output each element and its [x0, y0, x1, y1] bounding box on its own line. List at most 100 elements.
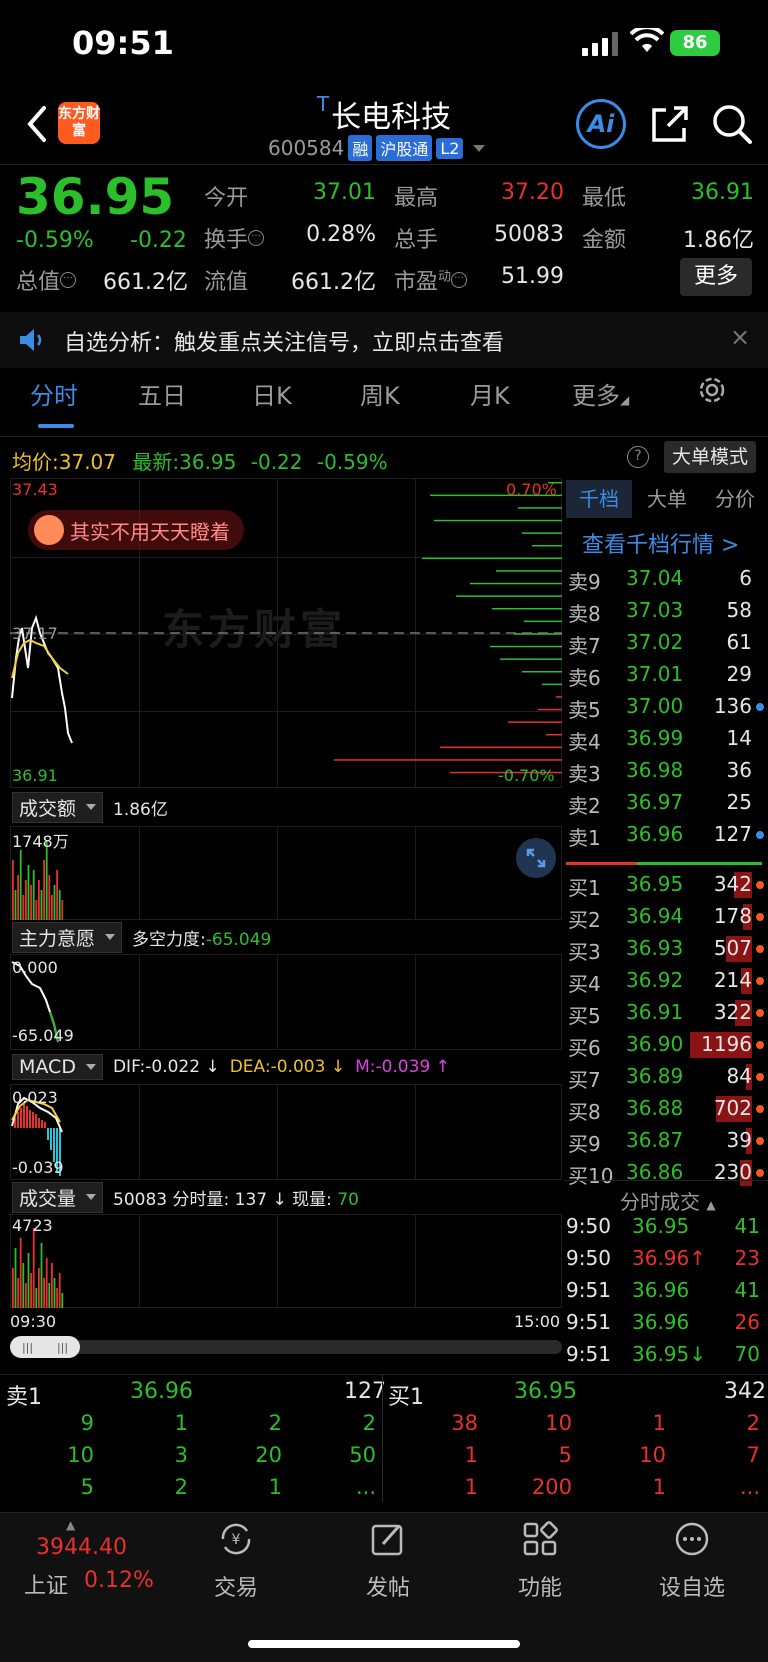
nav-post[interactable]: 发帖 — [328, 1520, 448, 1602]
macd-bar — [41, 1120, 43, 1128]
tab-big-orders[interactable]: 大单 — [634, 480, 700, 518]
big-order-mode-button[interactable]: 大单模式 — [664, 441, 756, 473]
ask-row[interactable]: 卖2 36.97 25 — [564, 786, 764, 818]
tab-daily-k[interactable]: 日K — [252, 376, 292, 411]
volume-value: 50083 — [494, 222, 564, 247]
time-scrollbar[interactable] — [10, 1340, 562, 1354]
ask-volume: 36 — [726, 758, 752, 782]
ask-row[interactable]: 卖7 37.02 61 — [564, 626, 764, 658]
macd-selector[interactable]: MACD — [12, 1054, 103, 1080]
ask-side: 卖7 — [568, 634, 601, 658]
amount-selector[interactable]: 成交额 — [12, 791, 104, 823]
close-icon[interactable]: × — [730, 323, 750, 351]
ask-row[interactable]: 卖4 36.99 14 — [564, 722, 764, 754]
help-icon[interactable]: ? — [627, 446, 649, 468]
ask-row[interactable]: 卖8 37.03 58 — [564, 594, 764, 626]
bid-row[interactable]: 买4 36.92 214 — [564, 964, 764, 996]
scroll-handle[interactable]: ||| ||| — [10, 1336, 80, 1358]
ask-row[interactable]: 卖5 37.00 136 — [564, 690, 764, 722]
bid-queue-cell: ... — [739, 1475, 760, 1499]
volume-chart[interactable] — [10, 1214, 562, 1308]
home-indicator — [248, 1640, 520, 1648]
view-levels-link[interactable]: 查看千档行情 > — [582, 527, 739, 559]
index-name[interactable]: 上证 — [24, 1568, 68, 1600]
volume-label: 总手 — [394, 228, 439, 253]
bid-row[interactable]: 买3 36.93 507 — [564, 932, 764, 964]
bid-volume: 39 — [726, 1128, 752, 1152]
ask-queue-cell: ... — [355, 1475, 376, 1499]
float-value: 661.2亿 — [291, 270, 376, 295]
bar — [56, 1288, 58, 1308]
depth-bar — [532, 545, 562, 547]
orderbook-tabs: 千档 大单 分价 — [564, 480, 768, 520]
ask-row[interactable]: 卖9 37.04 6 — [564, 562, 764, 594]
bid-row[interactable]: 买1 36.95 342 — [564, 868, 764, 900]
bar — [17, 1278, 19, 1308]
bid-row[interactable]: 买2 36.94 178 — [564, 900, 764, 932]
tab-intraday[interactable]: 分时 — [30, 376, 78, 411]
nav-trade[interactable]: ¥ 交易 — [176, 1520, 296, 1602]
bid-row[interactable]: 买5 36.91 322 — [564, 996, 764, 1028]
ask-side: 卖8 — [568, 602, 601, 626]
amount-chart[interactable] — [10, 826, 562, 920]
macd-m: M:-0.039 ↑ — [355, 1057, 450, 1077]
tip-bubble[interactable]: 其实不用天天瞪着 — [28, 510, 244, 550]
more-button[interactable]: 更多 — [680, 258, 752, 296]
expand-icon[interactable] — [516, 838, 556, 878]
tab-weekly-k[interactable]: 周K — [360, 376, 400, 411]
tab-more[interactable]: 更多◢ — [572, 376, 629, 411]
cellular-signal-icon — [582, 32, 618, 56]
tab-monthly-k[interactable]: 月K — [470, 376, 510, 411]
depth-bar — [524, 620, 562, 623]
intent-selector[interactable]: 主力意愿 — [12, 921, 123, 953]
ai-button[interactable]: Ai — [576, 99, 626, 149]
bid-row[interactable]: 买10 36.86 230 — [564, 1156, 764, 1188]
ask-side: 卖6 — [568, 666, 601, 690]
mktcap-label[interactable]: 总值 ··· — [16, 264, 77, 296]
queue-bid-total: 342 — [724, 1379, 766, 1404]
stock-code-row[interactable]: 600584 融 沪股通 L2 — [268, 134, 486, 162]
ask-row[interactable]: 卖1 36.96 127 — [564, 818, 764, 850]
ask-volume: 29 — [726, 662, 752, 686]
bid-row[interactable]: 买7 36.89 84 — [564, 1060, 764, 1092]
ask-side: 卖9 — [568, 570, 601, 594]
current-price: 36.95 — [16, 168, 175, 226]
macd-chart[interactable] — [10, 1084, 562, 1180]
index-value[interactable]: 3944.40 — [36, 1535, 127, 1560]
tick-time: 9:51 — [566, 1310, 611, 1334]
bid-queue-cell: 1 — [652, 1411, 666, 1435]
tab-thousand-levels[interactable]: 千档 — [566, 480, 632, 518]
bid-price: 36.95 — [626, 872, 684, 896]
intent-chart[interactable] — [10, 954, 562, 1050]
tab-price-dist[interactable]: 分价 — [702, 480, 768, 518]
expand-arrow-icon[interactable]: ▲ — [66, 1518, 75, 1532]
bid-price: 36.91 — [626, 1000, 684, 1024]
notice-text[interactable]: 自选分析：触发重点关注信号，立即点击查看 — [64, 325, 504, 357]
ask-queue-cell: 5 — [80, 1475, 94, 1499]
tick-price: 36.95↓ — [632, 1342, 707, 1366]
nav-functions[interactable]: 功能 — [480, 1520, 600, 1602]
tab-five-day[interactable]: 五日 — [138, 376, 186, 411]
depth-bar — [500, 658, 562, 660]
ask-price: 36.96 — [626, 822, 684, 846]
avg-latest-row: 均价:37.07 最新:36.95 -0.22 -0.59% — [12, 450, 388, 474]
ask-volume: 58 — [726, 598, 752, 622]
order-dot-icon — [756, 703, 764, 711]
search-icon[interactable] — [710, 102, 754, 146]
bid-row[interactable]: 买6 36.90 1196 — [564, 1028, 764, 1060]
depth-bar — [556, 696, 562, 698]
bid-volume: 702 — [713, 1096, 752, 1120]
ask-row[interactable]: 卖6 37.01 29 — [564, 658, 764, 690]
bid-row[interactable]: 买8 36.88 702 — [564, 1092, 764, 1124]
order-dot-icon — [756, 977, 764, 985]
pe-label[interactable]: 市盈动 ··· — [394, 264, 468, 296]
ask-side: 卖2 — [568, 794, 601, 818]
ask-row[interactable]: 卖3 36.98 36 — [564, 754, 764, 786]
settings-gear-icon[interactable] — [696, 374, 728, 406]
nav-add-watchlist[interactable]: 设自选 — [632, 1520, 752, 1602]
bid-row[interactable]: 买9 36.87 39 — [564, 1124, 764, 1156]
turnover-label[interactable]: 换手 ··· — [204, 222, 265, 254]
share-icon[interactable] — [650, 104, 690, 144]
volume-selector[interactable]: 成交量 — [12, 1181, 104, 1213]
index-pct[interactable]: 0.12% — [84, 1568, 154, 1593]
